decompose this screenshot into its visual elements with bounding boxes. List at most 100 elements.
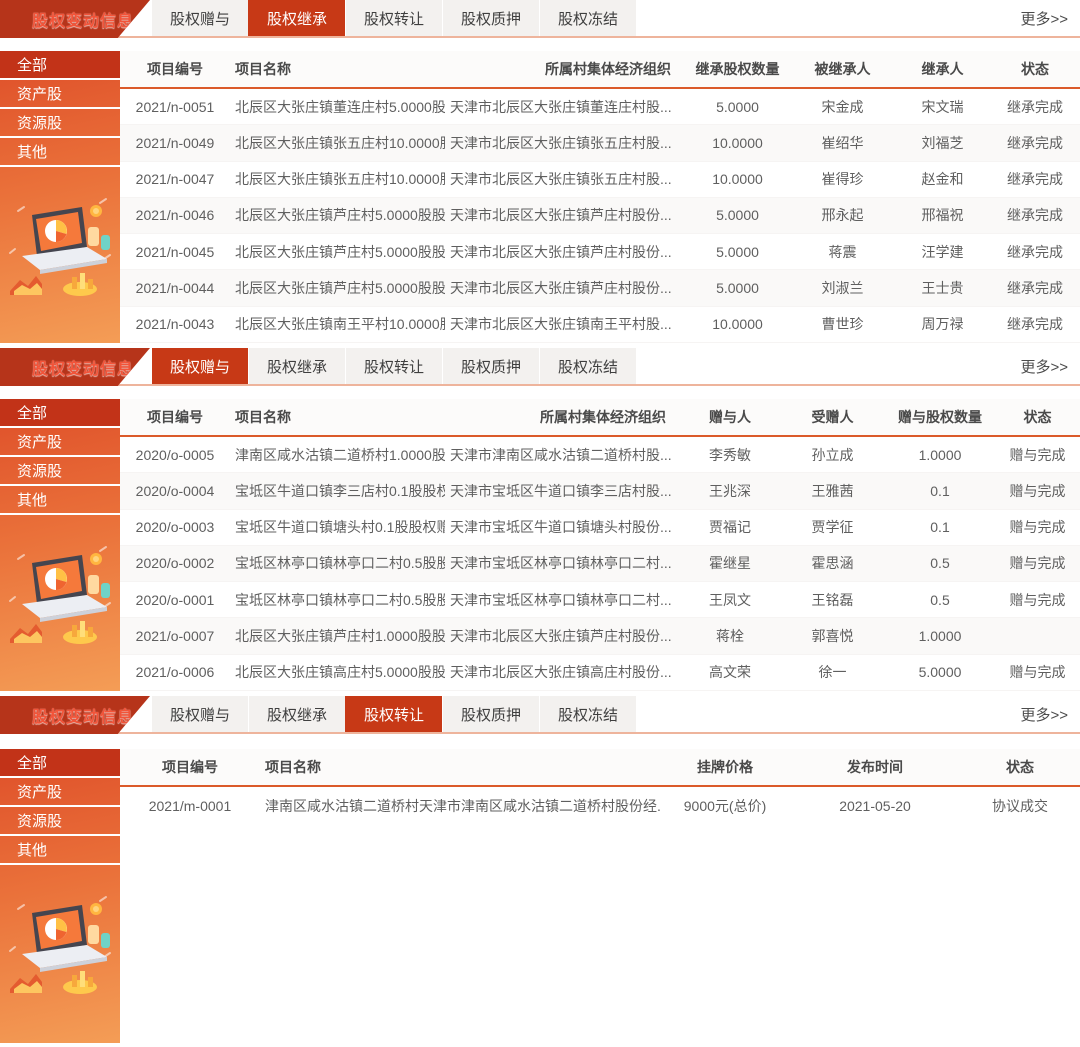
section1-content: 全部 资产股 资源股 其他: [0, 51, 1080, 343]
table-header-row: 项目编号 项目名称 挂牌价格 发布时间 状态: [120, 749, 1080, 787]
tab-equity-gift[interactable]: 股权赠与: [152, 696, 248, 732]
sidebar-item-other[interactable]: 其他: [0, 138, 120, 167]
project-name: 宝坻区牛道口镇塘头村0.1股股权赠与项目: [230, 517, 445, 537]
more-link[interactable]: 更多>>: [1020, 696, 1068, 732]
equity-quantity: 10.0000: [685, 316, 790, 332]
project-id: 2021/n-0049: [120, 135, 230, 151]
project-name: 北辰区大张庄镇董连庄村5.0000股股权继...: [230, 97, 445, 117]
table-row[interactable]: 2020/o-0001 宝坻区林亭口镇林亭口二村0.5股股权赠与... 天津市宝…: [120, 582, 1080, 618]
village-org: 天津市北辰区大张庄镇芦庄村股份...: [445, 278, 685, 298]
equity-quantity: 5.0000: [685, 244, 790, 260]
sidebar-item-all[interactable]: 全部: [0, 749, 120, 778]
giver: 霍继星: [680, 553, 780, 573]
sidebar-item-resource-shares[interactable]: 资源股: [0, 457, 120, 486]
sidebar-item-asset-shares[interactable]: 资产股: [0, 778, 120, 807]
project-id: 2021/o-0006: [120, 664, 230, 680]
tab-equity-transfer[interactable]: 股权转让: [345, 0, 442, 36]
column-header: 项目名称: [230, 407, 445, 427]
column-header: 项目名称: [230, 59, 445, 79]
column-header: 项目编号: [120, 59, 230, 79]
village-org: 天津市宝坻区牛道口镇塘头村股份...: [445, 517, 680, 537]
tab-equity-freeze[interactable]: 股权冻结: [539, 696, 636, 732]
recipient: 王铭磊: [780, 590, 885, 610]
table-row[interactable]: 2021/n-0049 北辰区大张庄镇张五庄村10.0000股股权继... 天津…: [120, 125, 1080, 161]
table-row[interactable]: 2021/n-0043 北辰区大张庄镇南王平村10.0000股股权继... 天津…: [120, 307, 1080, 343]
table-body: 2020/o-0005 津南区咸水沽镇二道桥村1.0000股股权赠... 天津市…: [120, 437, 1080, 691]
sidebar-item-asset-shares[interactable]: 资产股: [0, 428, 120, 457]
decedent: 蒋震: [790, 242, 895, 262]
equity-quantity: 5.0000: [685, 280, 790, 296]
laptop-analytics-icon: [4, 891, 116, 1009]
village-org: 天津市津南区咸水沽镇二道桥村股...: [445, 445, 680, 465]
column-header: 状态: [990, 59, 1080, 79]
tab-equity-inheritance[interactable]: 股权继承: [248, 696, 345, 732]
tab-equity-pledge[interactable]: 股权质押: [442, 348, 539, 384]
inheritance-table: 项目编号 项目名称 所属村集体经济组织 继承股权数量 被继承人 继承人 状态 2…: [120, 51, 1080, 343]
beaker-icon: [88, 575, 99, 594]
publish-date: 2021-05-20: [790, 798, 960, 814]
status: 赠与完成: [995, 590, 1080, 610]
sidebar-item-resource-shares[interactable]: 资源股: [0, 807, 120, 836]
sidebar-item-asset-shares[interactable]: 资产股: [0, 80, 120, 109]
tab-equity-inheritance[interactable]: 股权继承: [248, 348, 345, 384]
table-row[interactable]: 2021/n-0045 北辰区大张庄镇芦庄村5.0000股股权继承... 天津市…: [120, 234, 1080, 270]
status: 赠与完成: [995, 445, 1080, 465]
tab-equity-gift[interactable]: 股权赠与: [152, 348, 248, 384]
table-row[interactable]: 2021/o-0007 北辰区大张庄镇芦庄村1.0000股股权赠与... 天津市…: [120, 618, 1080, 654]
section1-header-strip: 股权变动信息 股权赠与 股权继承 股权转让 股权质押 股权冻结 更多>>: [0, 0, 1080, 38]
section-title: 股权变动信息: [0, 703, 134, 727]
project-id: 2021/n-0045: [120, 244, 230, 260]
table-row[interactable]: 2020/o-0005 津南区咸水沽镇二道桥村1.0000股股权赠... 天津市…: [120, 437, 1080, 473]
village-org: 天津市北辰区大张庄镇张五庄村股...: [445, 169, 685, 189]
giver: 高文荣: [680, 662, 780, 682]
section3-tab-bar: 股权赠与 股权继承 股权转让 股权质押 股权冻结: [152, 696, 636, 732]
more-link[interactable]: 更多>>: [1020, 0, 1068, 36]
table-row[interactable]: 2021/o-0006 北辰区大张庄镇高庄村5.0000股股权赠与... 天津市…: [120, 655, 1080, 691]
equity-quantity: 0.5: [885, 592, 995, 608]
status: 继承完成: [990, 278, 1080, 298]
status: 赠与完成: [995, 553, 1080, 573]
project-id: 2020/o-0004: [120, 483, 230, 499]
table-row[interactable]: 2020/o-0002 宝坻区林亭口镇林亭口二村0.5股股权赠与... 天津市宝…: [120, 546, 1080, 582]
sidebar-item-all[interactable]: 全部: [0, 51, 120, 80]
decedent: 邢永起: [790, 205, 895, 225]
sidebar-item-other[interactable]: 其他: [0, 486, 120, 515]
tab-equity-transfer[interactable]: 股权转让: [345, 696, 442, 732]
table-row[interactable]: 2021/m-0001 津南区咸水沽镇二道桥村天津市津南区咸水沽镇二道桥村股份经…: [120, 787, 1080, 825]
tab-equity-freeze[interactable]: 股权冻结: [539, 348, 636, 384]
heir: 周万禄: [895, 314, 990, 334]
status: 继承完成: [990, 205, 1080, 225]
section-title: 股权变动信息: [0, 7, 134, 31]
recipient: 徐一: [780, 662, 885, 682]
laptop-analytics-icon: [4, 541, 116, 659]
tab-equity-pledge[interactable]: 股权质押: [442, 696, 539, 732]
table-row[interactable]: 2020/o-0004 宝坻区牛道口镇李三店村0.1股股权赠与项目 天津市宝坻区…: [120, 473, 1080, 509]
section2-banner: 股权变动信息: [0, 348, 150, 386]
table-row[interactable]: 2021/n-0047 北辰区大张庄镇张五庄村10.0000股股权继... 天津…: [120, 162, 1080, 198]
section1-banner: 股权变动信息: [0, 0, 150, 38]
sidebar-item-other[interactable]: 其他: [0, 836, 120, 865]
tab-equity-transfer[interactable]: 股权转让: [345, 348, 442, 384]
tab-equity-freeze[interactable]: 股权冻结: [539, 0, 636, 36]
project-name: 津南区咸水沽镇二道桥村天津市津南区咸水沽镇二道桥村股份经...: [260, 796, 660, 816]
listing-price: 9000元(总价): [660, 796, 790, 816]
more-link[interactable]: 更多>>: [1020, 348, 1068, 384]
column-header: 所属村集体经济组织: [445, 407, 680, 427]
table-row[interactable]: 2021/n-0051 北辰区大张庄镇董连庄村5.0000股股权继... 天津市…: [120, 89, 1080, 125]
table-row[interactable]: 2021/n-0046 北辰区大张庄镇芦庄村5.0000股股权继承... 天津市…: [120, 198, 1080, 234]
tab-equity-inheritance[interactable]: 股权继承: [248, 0, 345, 36]
finance-illustration: [0, 193, 120, 311]
tab-equity-pledge[interactable]: 股权质押: [442, 0, 539, 36]
table-row[interactable]: 2021/n-0044 北辰区大张庄镇芦庄村5.0000股股权继承... 天津市…: [120, 270, 1080, 306]
sidebar-item-resource-shares[interactable]: 资源股: [0, 109, 120, 138]
status: 协议成交: [960, 796, 1080, 816]
giver: 王兆深: [680, 481, 780, 501]
village-org: 天津市北辰区大张庄镇高庄村股份...: [445, 662, 680, 682]
sidebar-item-all[interactable]: 全部: [0, 399, 120, 428]
tab-equity-gift[interactable]: 股权赠与: [152, 0, 248, 36]
table-row[interactable]: 2020/o-0003 宝坻区牛道口镇塘头村0.1股股权赠与项目 天津市宝坻区牛…: [120, 510, 1080, 546]
equity-quantity: 5.0000: [885, 664, 995, 680]
equity-change-page: 股权变动信息 股权赠与 股权继承 股权转让 股权质押 股权冻结 更多>> 全部 …: [0, 0, 1080, 1047]
column-header: 发布时间: [790, 757, 960, 777]
project-name: 北辰区大张庄镇芦庄村5.0000股股权继承...: [230, 205, 445, 225]
